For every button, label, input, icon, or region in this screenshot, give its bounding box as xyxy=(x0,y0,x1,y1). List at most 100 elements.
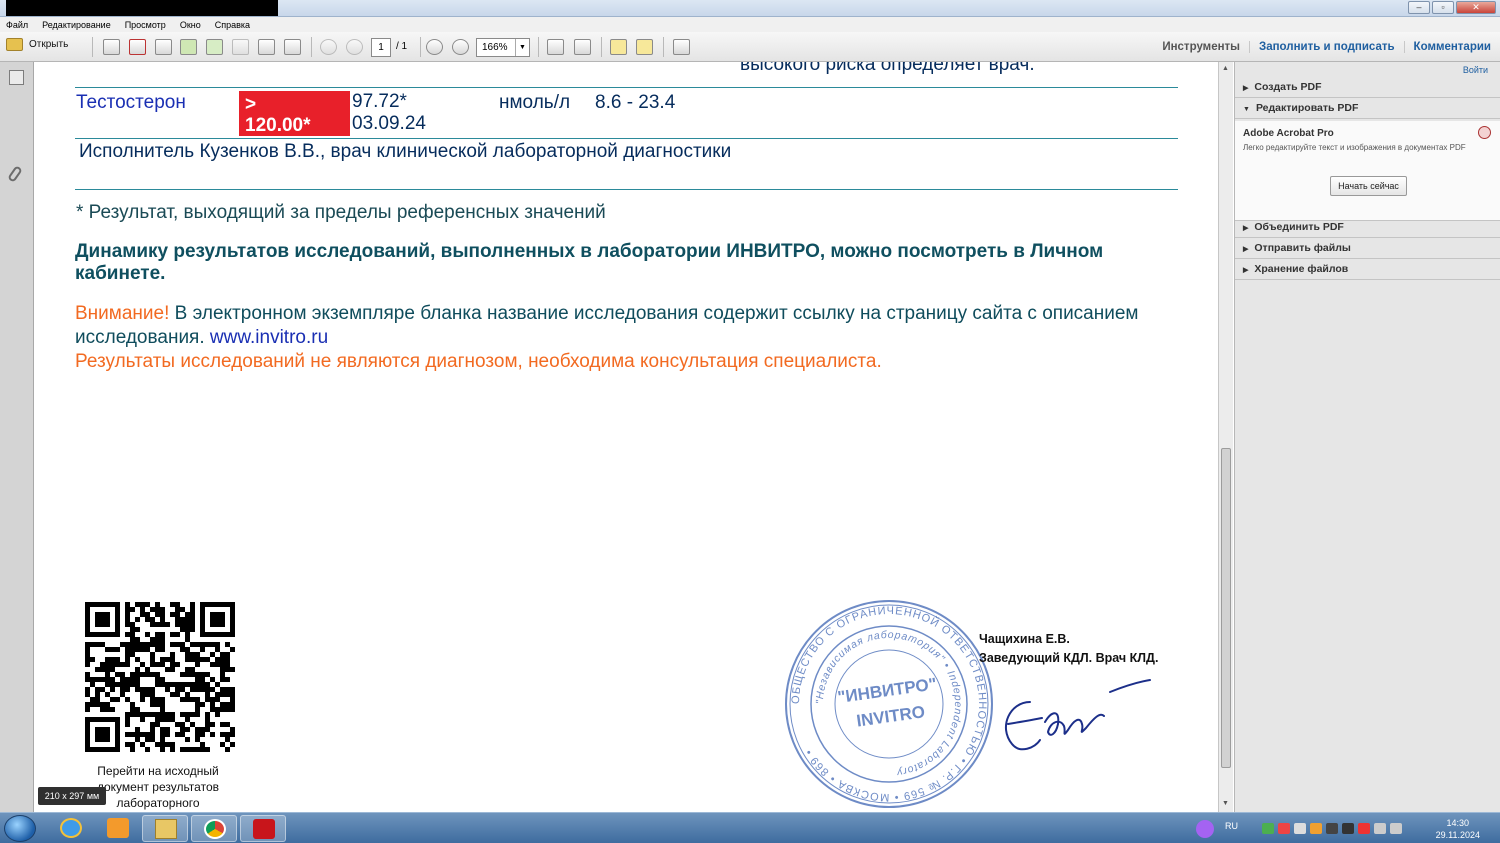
tray-app-icon[interactable] xyxy=(1326,823,1338,834)
tools-link[interactable]: Инструменты xyxy=(1153,41,1249,53)
minimize-button[interactable]: – xyxy=(1408,1,1430,14)
language-indicator[interactable]: RU xyxy=(1225,821,1238,831)
next-page-icon[interactable] xyxy=(346,39,363,55)
top-links: Инструменты Заполнить и подписать Коммен… xyxy=(1153,32,1500,62)
menubar: Файл Редактирование Просмотр Окно Справк… xyxy=(0,17,1500,32)
start-now-button[interactable]: Начать сейчас xyxy=(1330,176,1407,196)
toolbar-separator xyxy=(92,37,93,57)
tray-app-icon[interactable] xyxy=(1342,823,1354,834)
signer-name: Чащихина Е.В. xyxy=(979,632,1070,646)
previous-value: 97.72* xyxy=(352,91,407,112)
open-label: Открыть xyxy=(29,39,69,50)
tray-app-icon[interactable] xyxy=(1262,823,1274,834)
highlight-icon[interactable] xyxy=(636,39,653,55)
tools-pane: Войти ▶ Создать PDF ▼ Редактировать PDF Ad… xyxy=(1234,62,1500,812)
menu-file[interactable]: Файл xyxy=(6,20,28,30)
comments-link[interactable]: Комментарии xyxy=(1403,41,1500,53)
fit-page-icon[interactable] xyxy=(547,39,564,55)
toolbar-separator xyxy=(311,37,312,57)
taskbar-chrome[interactable] xyxy=(191,815,237,842)
unit: нмоль/л xyxy=(499,92,571,113)
result-value: 120.00* xyxy=(245,115,311,136)
signer-title: Заведующий КДЛ. Врач КЛД. xyxy=(979,651,1159,665)
scroll-up-icon[interactable]: ▲ xyxy=(1222,65,1229,72)
folder-icon xyxy=(6,38,23,51)
expand-arrow-icon: ▶ xyxy=(1243,85,1249,92)
tray-app-icon[interactable] xyxy=(1294,823,1306,834)
zoom-select[interactable]: 166% ▼ xyxy=(476,38,530,57)
edit-icon[interactable] xyxy=(155,39,172,55)
email-icon[interactable] xyxy=(284,39,301,55)
taskbar-explorer[interactable] xyxy=(142,815,188,842)
section-create-pdf[interactable]: ▶ Создать PDF xyxy=(1235,77,1500,98)
taskbar-ie[interactable] xyxy=(48,815,94,842)
start-button[interactable] xyxy=(4,815,36,842)
toolbar-separator xyxy=(663,37,664,57)
menu-help[interactable]: Справка xyxy=(215,20,250,30)
maximize-button[interactable]: ▫ xyxy=(1432,1,1454,14)
chevron-down-icon[interactable]: ▼ xyxy=(515,39,529,56)
footnote: * Результат, выходящий за пределы рефере… xyxy=(76,202,606,223)
fullscreen-icon[interactable] xyxy=(673,39,690,55)
qr-modules xyxy=(85,602,235,752)
page-thumbnails-icon[interactable] xyxy=(9,70,24,85)
promo-description: Легко редактируйте текст и изображения в… xyxy=(1243,143,1466,152)
section-store-files[interactable]: ▶ Хранение файлов xyxy=(1235,259,1500,280)
vertical-scrollbar[interactable]: ▲ ▼ xyxy=(1218,62,1233,812)
print-icon[interactable] xyxy=(258,39,275,55)
open-button[interactable]: Открыть xyxy=(6,38,68,51)
test-name-link[interactable]: Тестостерон xyxy=(76,92,186,114)
share-icon[interactable] xyxy=(180,39,197,55)
section-combine-pdf[interactable]: ▶ Объединить PDF xyxy=(1235,217,1500,238)
create-pdf-icon[interactable] xyxy=(103,39,120,55)
upload-icon[interactable] xyxy=(206,39,223,55)
sign-in-link[interactable]: Войти xyxy=(1463,65,1488,75)
clock[interactable]: 14:30 29.11.2024 xyxy=(1436,817,1480,841)
document-viewport: высокого риска определяет врач. Тестосте… xyxy=(35,62,1218,812)
volume-icon[interactable] xyxy=(1390,823,1402,834)
expand-arrow-icon: ▶ xyxy=(1243,225,1249,232)
signer-block: Чащихина Е.В. Заведующий КДЛ. Врач КЛД. xyxy=(979,630,1158,668)
section-edit-pdf[interactable]: ▼ Редактировать PDF xyxy=(1235,98,1500,119)
comment-icon[interactable] xyxy=(610,39,627,55)
acrobat-pdf-icon[interactable] xyxy=(129,39,146,55)
section-send-files[interactable]: ▶ Отправить файлы xyxy=(1235,238,1500,259)
media-player-icon xyxy=(107,818,129,838)
tray-app-icon[interactable] xyxy=(1358,823,1370,834)
assistant-icon[interactable] xyxy=(1196,820,1214,838)
menu-view[interactable]: Просмотр xyxy=(125,20,166,30)
close-button[interactable]: ✕ xyxy=(1456,1,1496,14)
fill-sign-link[interactable]: Заполнить и подписать xyxy=(1249,41,1404,53)
result-prefix: > xyxy=(245,94,257,115)
tray-app-icon[interactable] xyxy=(1310,823,1322,834)
zoom-out-icon[interactable] xyxy=(426,39,443,55)
folder-icon xyxy=(155,819,177,839)
system-tray: RU 14:30 29.11.2024 xyxy=(1180,813,1500,843)
promo-title: Adobe Acrobat Pro xyxy=(1243,128,1334,139)
site-link[interactable]: www.invitro.ru xyxy=(210,327,328,348)
tray-app-icon[interactable] xyxy=(1278,823,1290,834)
attachments-icon[interactable] xyxy=(7,165,23,183)
qr-code[interactable] xyxy=(85,602,235,752)
toolbar-separator xyxy=(420,37,421,57)
menu-window[interactable]: Окно xyxy=(180,20,201,30)
menu-edit[interactable]: Редактирование xyxy=(42,20,111,30)
network-icon[interactable] xyxy=(1374,823,1386,834)
clock-time: 14:30 xyxy=(1446,818,1470,828)
scroll-down-icon[interactable]: ▼ xyxy=(1222,800,1229,807)
taskbar-media-player[interactable] xyxy=(95,815,141,842)
scroll-thumb[interactable] xyxy=(1221,448,1231,768)
fit-width-icon[interactable] xyxy=(574,39,591,55)
zoom-in-icon[interactable] xyxy=(452,39,469,55)
page-total: / 1 xyxy=(396,41,408,52)
page-number-input[interactable]: 1 xyxy=(371,38,391,57)
taskbar-acrobat[interactable] xyxy=(240,815,286,842)
page-size-tooltip: 210 x 297 мм xyxy=(38,787,106,805)
prev-page-icon[interactable] xyxy=(320,39,337,55)
zoom-value: 166% xyxy=(482,42,508,53)
save-icon[interactable] xyxy=(232,39,249,55)
chrome-icon xyxy=(204,819,226,839)
toolbar-separator xyxy=(601,37,602,57)
section-label: Создать PDF xyxy=(1254,81,1322,93)
redacted-title xyxy=(6,0,278,16)
